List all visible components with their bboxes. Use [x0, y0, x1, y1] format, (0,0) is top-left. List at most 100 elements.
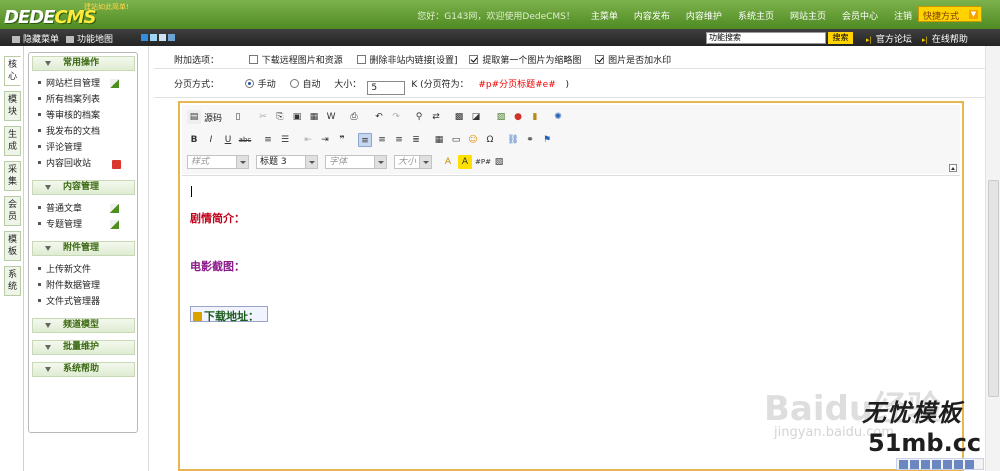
size-select[interactable]: 大小	[394, 155, 432, 169]
tray-icon[interactable]	[954, 460, 963, 469]
remove-links-checkbox[interactable]	[356, 55, 366, 64]
menu-item-special[interactable]: 专题管理	[38, 220, 82, 231]
page-size-input[interactable]: 5	[367, 81, 406, 95]
forum-link[interactable]: ▸| 官方论坛	[866, 32, 912, 45]
tray-icon[interactable]	[910, 460, 919, 469]
menu-section-help[interactable]: 系统帮助	[32, 362, 135, 377]
align-right-icon[interactable]: ≡	[392, 133, 406, 147]
tab-core[interactable]: 核心	[4, 56, 21, 86]
nav-maintain[interactable]: 内容维护	[678, 9, 730, 22]
nav-publish[interactable]: 内容发布	[626, 9, 678, 22]
bold-icon[interactable]: B	[187, 133, 201, 147]
align-left-icon[interactable]: ≡	[358, 133, 372, 147]
tab-system[interactable]: 系统	[4, 266, 21, 296]
flash-icon[interactable]: ●	[511, 110, 525, 124]
skin-pale[interactable]	[159, 34, 166, 41]
quick-menu-button[interactable]: 快捷方式 ▼	[918, 6, 982, 22]
style-select[interactable]: 样式	[187, 155, 249, 169]
menu-item-recycle[interactable]: 内容回收站	[38, 159, 91, 170]
paste-icon[interactable]: ▣	[290, 110, 304, 124]
globe-icon[interactable]: ✺	[551, 110, 565, 124]
font-select[interactable]: 字体	[325, 155, 387, 169]
special-char-icon[interactable]: Ω	[483, 133, 497, 147]
tab-module[interactable]: 模块	[4, 91, 21, 121]
menu-item-article[interactable]: 普通文章	[38, 204, 82, 215]
paste-text-icon[interactable]: ▦	[307, 110, 321, 124]
skin-mid[interactable]	[168, 34, 175, 41]
align-justify-icon[interactable]: ≣	[409, 133, 423, 147]
quote-icon[interactable]: ❞	[335, 133, 349, 147]
menu-section-batch[interactable]: 批量维护	[32, 340, 135, 355]
menu-item-my-docs[interactable]: 我发布的文档	[38, 127, 100, 138]
toolbar-collapse-button[interactable]	[949, 164, 957, 172]
scrollbar-thumb[interactable]	[988, 180, 999, 397]
download-remote-checkbox[interactable]	[248, 55, 258, 64]
menu-splitter[interactable]	[143, 46, 154, 471]
numbered-list-icon[interactable]: ≡	[261, 133, 275, 147]
underline-icon[interactable]: U	[221, 133, 235, 147]
align-center-icon[interactable]: ≡	[375, 133, 389, 147]
paste-word-icon[interactable]: W	[324, 110, 338, 124]
tray-icon[interactable]	[965, 460, 974, 469]
copy-icon[interactable]: ⎘	[273, 110, 287, 124]
nav-member-center[interactable]: 会员中心	[834, 9, 886, 22]
add-icon[interactable]	[110, 79, 119, 88]
trash-icon[interactable]	[112, 160, 121, 169]
eraser-icon[interactable]: ◪	[469, 110, 483, 124]
anchor-icon[interactable]: ⚑	[540, 133, 554, 147]
bg-color-icon[interactable]: A	[458, 155, 472, 169]
menu-item-all-archives[interactable]: 所有档案列表	[38, 95, 100, 106]
find-icon[interactable]: ⚲	[412, 110, 426, 124]
indent-icon[interactable]: ⇥	[318, 133, 332, 147]
italic-icon[interactable]: I	[204, 133, 218, 147]
menu-item-column-manage[interactable]: 网站栏目管理	[38, 79, 100, 90]
tray-icon[interactable]	[932, 460, 941, 469]
add-icon[interactable]	[110, 220, 119, 229]
template-icon[interactable]: ▧	[492, 155, 506, 169]
link-icon[interactable]: ⛓	[506, 133, 520, 147]
tab-template[interactable]: 模板	[4, 231, 21, 261]
undo-icon[interactable]: ↶	[372, 110, 386, 124]
media-icon[interactable]: ▮	[528, 110, 542, 124]
nav-logout[interactable]: 注销	[886, 9, 920, 22]
menu-section-common[interactable]: 常用操作	[32, 56, 135, 71]
menu-item-file-manager[interactable]: 文件式管理器	[38, 297, 100, 308]
watermark-checkbox[interactable]	[595, 55, 605, 64]
print-icon[interactable]: ⎙	[347, 110, 361, 124]
menu-item-attach-data[interactable]: 附件数据管理	[38, 281, 100, 292]
help-link[interactable]: ▸| 在线帮助	[922, 32, 968, 45]
hide-menu-link[interactable]: 隐藏菜单	[12, 32, 59, 45]
add-icon[interactable]	[110, 204, 119, 213]
table-icon[interactable]: ▦	[432, 133, 446, 147]
thumbnail-checkbox[interactable]	[469, 55, 479, 64]
tray-icon[interactable]	[899, 460, 908, 469]
strike-icon[interactable]: abc	[238, 133, 252, 147]
settings-link[interactable]: [设置]	[433, 56, 458, 66]
image-icon[interactable]: ▨	[494, 110, 508, 124]
hr-icon[interactable]: ▭	[449, 133, 463, 147]
tab-member[interactable]: 会员	[4, 196, 21, 226]
paging-manual-radio[interactable]	[244, 79, 254, 88]
tab-collect[interactable]: 采集	[4, 161, 21, 191]
nav-site-home[interactable]: 网站主页	[782, 9, 834, 22]
menu-section-channel[interactable]: 频道模型	[32, 318, 135, 333]
tab-generate[interactable]: 生成	[4, 126, 21, 156]
menu-item-upload[interactable]: 上传新文件	[38, 265, 91, 276]
preview-icon[interactable]: ▯	[231, 110, 245, 124]
menu-section-content[interactable]: 内容管理	[32, 180, 135, 195]
menu-section-attachment[interactable]: 附件管理	[32, 241, 135, 256]
skin-blue[interactable]	[141, 34, 148, 41]
download-anchor-box[interactable]: 下载地址：	[190, 306, 268, 323]
bullet-list-icon[interactable]: ☰	[278, 133, 292, 147]
cut-icon[interactable]: ✂	[256, 110, 270, 124]
menu-item-pending[interactable]: 等审核的档案	[38, 111, 100, 122]
unlink-icon[interactable]: ⚭	[523, 133, 537, 147]
select-all-icon[interactable]: ▩	[452, 110, 466, 124]
site-map-link[interactable]: 功能地图	[66, 32, 113, 45]
nav-main-menu[interactable]: 主菜单	[583, 9, 626, 22]
source-button[interactable]: 源码	[204, 111, 222, 124]
nav-system-home[interactable]: 系统主页	[730, 9, 782, 22]
menu-item-comments[interactable]: 评论管理	[38, 143, 82, 154]
smiley-icon[interactable]: ☺	[466, 133, 480, 147]
skin-lightblue[interactable]	[150, 34, 157, 41]
